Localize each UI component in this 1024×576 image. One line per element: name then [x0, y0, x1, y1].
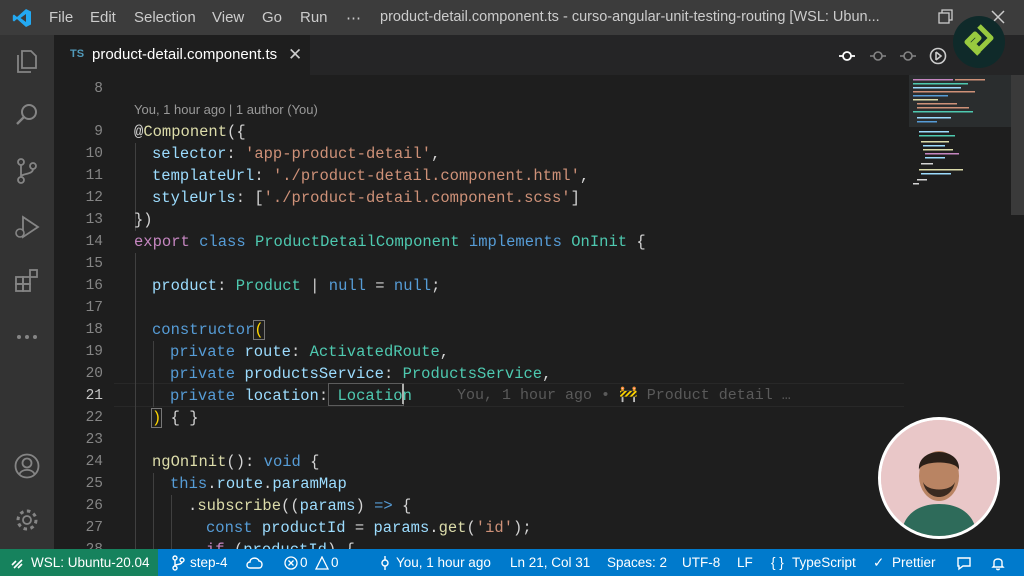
explorer-icon[interactable]: [13, 47, 41, 75]
line-number: 11: [85, 168, 103, 184]
menu-edit[interactable]: Edit: [90, 9, 116, 26]
text-cursor: [402, 384, 404, 404]
menu-more[interactable]: ⋯: [346, 9, 361, 27]
warnings-icon: [315, 556, 329, 570]
code-line: product: Product | null = null;: [152, 277, 441, 295]
platzi-logo-icon: [953, 16, 1005, 68]
git-commit-blame-icon: [381, 556, 389, 570]
remote-indicator[interactable]: WSL: Ubuntu-20.04: [0, 549, 158, 576]
line-number-current: 21: [85, 388, 103, 404]
git-blame-status[interactable]: You, 1 hour ago: [396, 555, 491, 570]
git-previous-change-icon[interactable]: [838, 47, 856, 65]
indent-guide: [171, 495, 172, 553]
line-number: 15: [85, 256, 103, 272]
tab-product-detail-component[interactable]: TS product-detail.component.ts ✕: [54, 35, 310, 75]
accounts-icon[interactable]: [13, 452, 41, 480]
webcam-presenter-image: [878, 417, 1000, 539]
indent-guide: [153, 341, 154, 407]
file-encoding[interactable]: UTF-8: [682, 555, 720, 570]
end-of-line[interactable]: LF: [737, 555, 753, 570]
errors-icon: [284, 556, 298, 570]
line-number: 13: [85, 212, 103, 228]
code-line: const productId = params.get('id');: [206, 519, 532, 537]
code-line: .subscribe((params) => {: [188, 497, 412, 515]
code-line: templateUrl: './product-detail.component…: [152, 167, 590, 185]
braces-icon: { }: [771, 555, 784, 570]
code-line: if (productId) {: [206, 541, 355, 549]
code-line: styleUrls: ['./product-detail.component.…: [152, 189, 580, 207]
language-mode[interactable]: TypeScript: [792, 555, 856, 570]
line-number: 8: [94, 81, 103, 97]
tab-close-button[interactable]: ✕: [288, 45, 302, 65]
line-number: 27: [85, 520, 103, 536]
code-line: export class ProductDetailComponent impl…: [134, 233, 646, 251]
line-number: 14: [85, 234, 103, 250]
line-number: 19: [85, 344, 103, 360]
sync-cloud-icon[interactable]: [246, 555, 264, 571]
vscode-logo-icon: [12, 9, 32, 27]
line-number: 23: [85, 432, 103, 448]
menu-run[interactable]: Run: [300, 9, 328, 26]
window-title: product-detail.component.ts - curso-angu…: [380, 9, 880, 25]
line-number: 16: [85, 278, 103, 294]
menu-file[interactable]: File: [49, 9, 73, 26]
settings-gear-icon[interactable]: [13, 506, 41, 534]
status-bar: WSL: Ubuntu-20.04 step-4 0 0 You, 1 hour…: [0, 549, 1024, 576]
codelens-blame[interactable]: You, 1 hour ago | 1 author (You): [134, 102, 318, 117]
code-line: private route: ActivatedRoute,: [170, 343, 450, 361]
code-line: @Component({: [134, 123, 246, 141]
source-control-icon[interactable]: [13, 157, 41, 185]
tab-label: product-detail.component.ts: [92, 46, 278, 63]
line-number: 9: [94, 124, 103, 140]
menu-go[interactable]: Go: [262, 9, 282, 26]
line-number: 26: [85, 498, 103, 514]
activity-bar: [0, 35, 54, 549]
menu-selection[interactable]: Selection: [134, 9, 196, 26]
more-views-icon[interactable]: [13, 323, 41, 351]
cursor-position[interactable]: Ln 21, Col 31: [510, 555, 590, 570]
word-highlight: [328, 383, 404, 406]
check-icon: ✓: [873, 555, 885, 570]
inline-blame-annotation[interactable]: You, 1 hour ago • 🚧 Product detail …: [457, 385, 791, 404]
line-number: 25: [85, 476, 103, 492]
code-line: constructor(: [152, 320, 265, 340]
line-number: 10: [85, 146, 103, 162]
git-next-change-icon[interactable]: [899, 47, 917, 65]
run-debug-icon[interactable]: [13, 213, 41, 241]
line-number: 17: [85, 300, 103, 316]
git-branch-icon: [172, 555, 185, 571]
warning-count[interactable]: 0: [331, 555, 339, 570]
search-icon[interactable]: [13, 101, 41, 129]
toggle-blame-icon[interactable]: [929, 47, 947, 65]
git-branch[interactable]: step-4: [190, 555, 228, 570]
line-number: 20: [85, 366, 103, 382]
typescript-file-icon: TS: [70, 48, 85, 60]
title-bar: File Edit Selection View Go Run ⋯ produc…: [0, 0, 1024, 35]
code-line: private productsService: ProductsService…: [170, 365, 552, 383]
extensions-icon[interactable]: [13, 267, 41, 295]
line-number: 22: [85, 410, 103, 426]
git-commit-icon[interactable]: [869, 47, 887, 65]
indentation[interactable]: Spaces: 2: [607, 555, 667, 570]
notifications-bell-icon[interactable]: [990, 555, 1006, 571]
code-line: selector: 'app-product-detail',: [152, 145, 441, 163]
line-number: 18: [85, 322, 103, 338]
remote-icon: [11, 559, 23, 569]
indent-guide: [153, 473, 154, 553]
formatter-status[interactable]: Prettier: [892, 555, 936, 570]
indent-guide: [135, 253, 136, 553]
remote-label: WSL: Ubuntu-20.04: [31, 555, 150, 570]
line-number: 24: [85, 454, 103, 470]
code-line: this.route.paramMap: [170, 475, 347, 493]
feedback-icon[interactable]: [956, 555, 972, 571]
code-line: ) { }: [150, 408, 199, 428]
code-line: }): [134, 211, 153, 229]
menu-view[interactable]: View: [212, 9, 244, 26]
error-count[interactable]: 0: [300, 555, 308, 570]
code-line: ngOnInit(): void {: [152, 453, 320, 471]
line-number: 12: [85, 190, 103, 206]
editor-tabs: TS product-detail.component.ts ✕: [54, 35, 1024, 75]
